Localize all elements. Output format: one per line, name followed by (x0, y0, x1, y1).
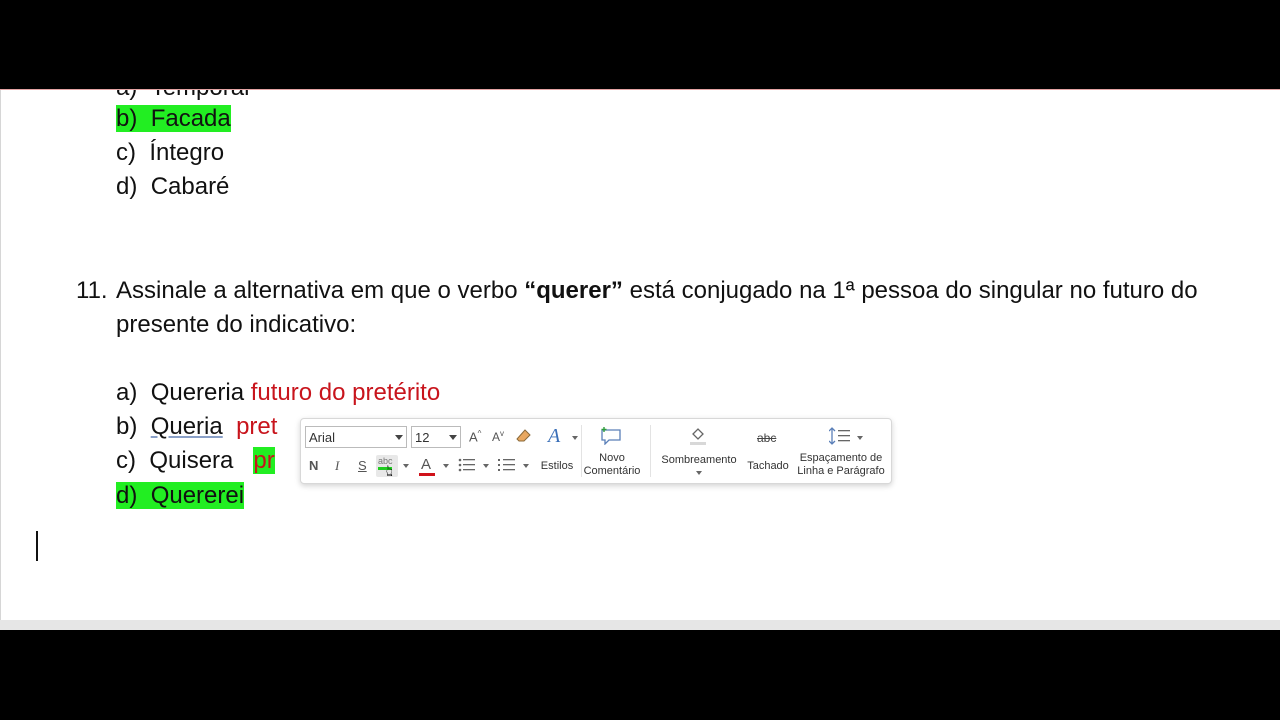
styles-label[interactable]: Estilos (537, 460, 577, 473)
grow-font-icon[interactable]: A^ (469, 429, 481, 444)
option-marker: d) (116, 482, 138, 509)
option-text: Queria (150, 413, 223, 440)
option-annotation: pr (253, 447, 275, 474)
paint-bucket-icon[interactable] (689, 426, 707, 449)
font-color-icon[interactable]: A (421, 456, 431, 473)
strikethrough-label[interactable]: Tachado (744, 460, 792, 473)
document-page[interactable]: a) Temporal b) Facada c) Íntegro d) Caba… (0, 90, 1280, 620)
bullet-list-icon[interactable] (458, 457, 476, 476)
option-marker: d) (116, 173, 138, 200)
bullets-svg (458, 458, 475, 472)
font-size-value: 12 (415, 430, 430, 445)
bold-button[interactable]: N (309, 458, 318, 473)
page-left-border (0, 90, 1, 620)
chevron-down-icon[interactable] (696, 471, 702, 475)
chevron-down-icon[interactable] (443, 464, 449, 468)
option-a: a) Quereria futuro do pretérito (116, 377, 440, 409)
question-number: 11. (76, 277, 108, 304)
option-marker: b) (116, 413, 138, 440)
font-size-select[interactable]: 12 (411, 426, 461, 448)
question-verb: “querer” (524, 277, 623, 304)
font-color-glyph: A (421, 456, 432, 473)
mouse-pointer-icon: 👆︎ (386, 463, 393, 480)
new-comment-label-line2: Comentário (583, 465, 641, 477)
shading-svg (690, 428, 706, 445)
line-spacing-label[interactable]: Espaçamento de Linha e Parágrafo (794, 452, 888, 478)
font-name-select[interactable]: Arial (305, 426, 407, 448)
option-text: Quereria (150, 379, 245, 406)
eraser-icon (516, 429, 531, 442)
chevron-down-icon[interactable] (857, 436, 863, 440)
chevron-down-icon (572, 436, 578, 440)
new-comment-label-line1: Novo (599, 452, 625, 464)
line-spacing-label-line1: Espaçamento de (799, 452, 883, 464)
strikethrough-icon[interactable]: abc (757, 431, 776, 445)
option-highlight: b) Facada (116, 105, 231, 132)
option-text: Quererei (150, 482, 245, 509)
option-text: Íntegro (149, 139, 225, 166)
option-text: Cabaré (150, 173, 230, 200)
numbering-svg (498, 459, 515, 471)
toolbar-separator (650, 425, 651, 477)
chevron-down-icon (395, 435, 403, 440)
option-a-clipped: a) Temporal (116, 90, 249, 104)
option-b: b) Queria pret (116, 411, 277, 443)
font-color-bar (419, 473, 435, 476)
grow-font-glyph: A (469, 429, 478, 445)
option-annotation: pret (236, 413, 278, 440)
question-text-before: Assinale a alternativa em que o verbo (116, 277, 525, 304)
option-marker: c) (116, 139, 136, 166)
option-d: d) Quererei (116, 480, 245, 512)
chevron-down-icon[interactable] (523, 464, 529, 468)
comment-svg (601, 427, 621, 446)
option-c-prev: c) Íntegro (116, 137, 224, 169)
option-annotation: futuro do pretérito (250, 379, 441, 406)
option-highlight: d) Quererei (116, 482, 245, 509)
option-b-prev: b) Facada (116, 103, 231, 135)
chevron-down-icon[interactable] (483, 464, 489, 468)
option-d-prev: d) Cabaré (116, 171, 229, 203)
chevron-down-icon (449, 435, 457, 440)
shrink-font-glyph: A (492, 430, 501, 444)
italic-button[interactable]: I (335, 458, 339, 474)
option-c: c) Quisera pr (116, 445, 275, 477)
question-text: Assinale a alternativa em que o verbo “q… (116, 274, 1266, 342)
option-text: Temporal (151, 90, 250, 101)
option-text: Quisera (149, 447, 234, 474)
font-name-value: Arial (309, 430, 336, 445)
shading-label[interactable]: Sombreamento (656, 454, 742, 467)
new-comment-label[interactable]: Novo Comentário (581, 452, 643, 478)
underline-button[interactable]: S (358, 458, 367, 473)
text-caret (36, 531, 38, 561)
document-bottom-band (0, 620, 1280, 630)
option-marker: c) (116, 447, 136, 474)
option-text: Facada (150, 105, 231, 132)
numbered-list-icon[interactable] (498, 457, 516, 476)
chevron-down-icon[interactable] (403, 464, 409, 468)
line-spacing-icon[interactable] (828, 427, 853, 448)
styles-icon[interactable]: A (548, 425, 560, 448)
option-marker: a) (116, 379, 138, 406)
line-spacing-label-line2: Linha e Parágrafo (797, 465, 885, 477)
spacing-svg (828, 427, 850, 445)
option-marker: a) (116, 90, 137, 101)
new-comment-icon[interactable] (600, 427, 622, 448)
clear-format-icon[interactable] (516, 428, 532, 447)
styles-glyph: A (548, 425, 561, 447)
mini-toolbar: Arial 12 A^ Av A Estilos N I S abc 👆︎ A (300, 418, 892, 484)
shrink-font-icon[interactable]: Av (492, 429, 504, 444)
option-marker: b) (116, 105, 138, 132)
